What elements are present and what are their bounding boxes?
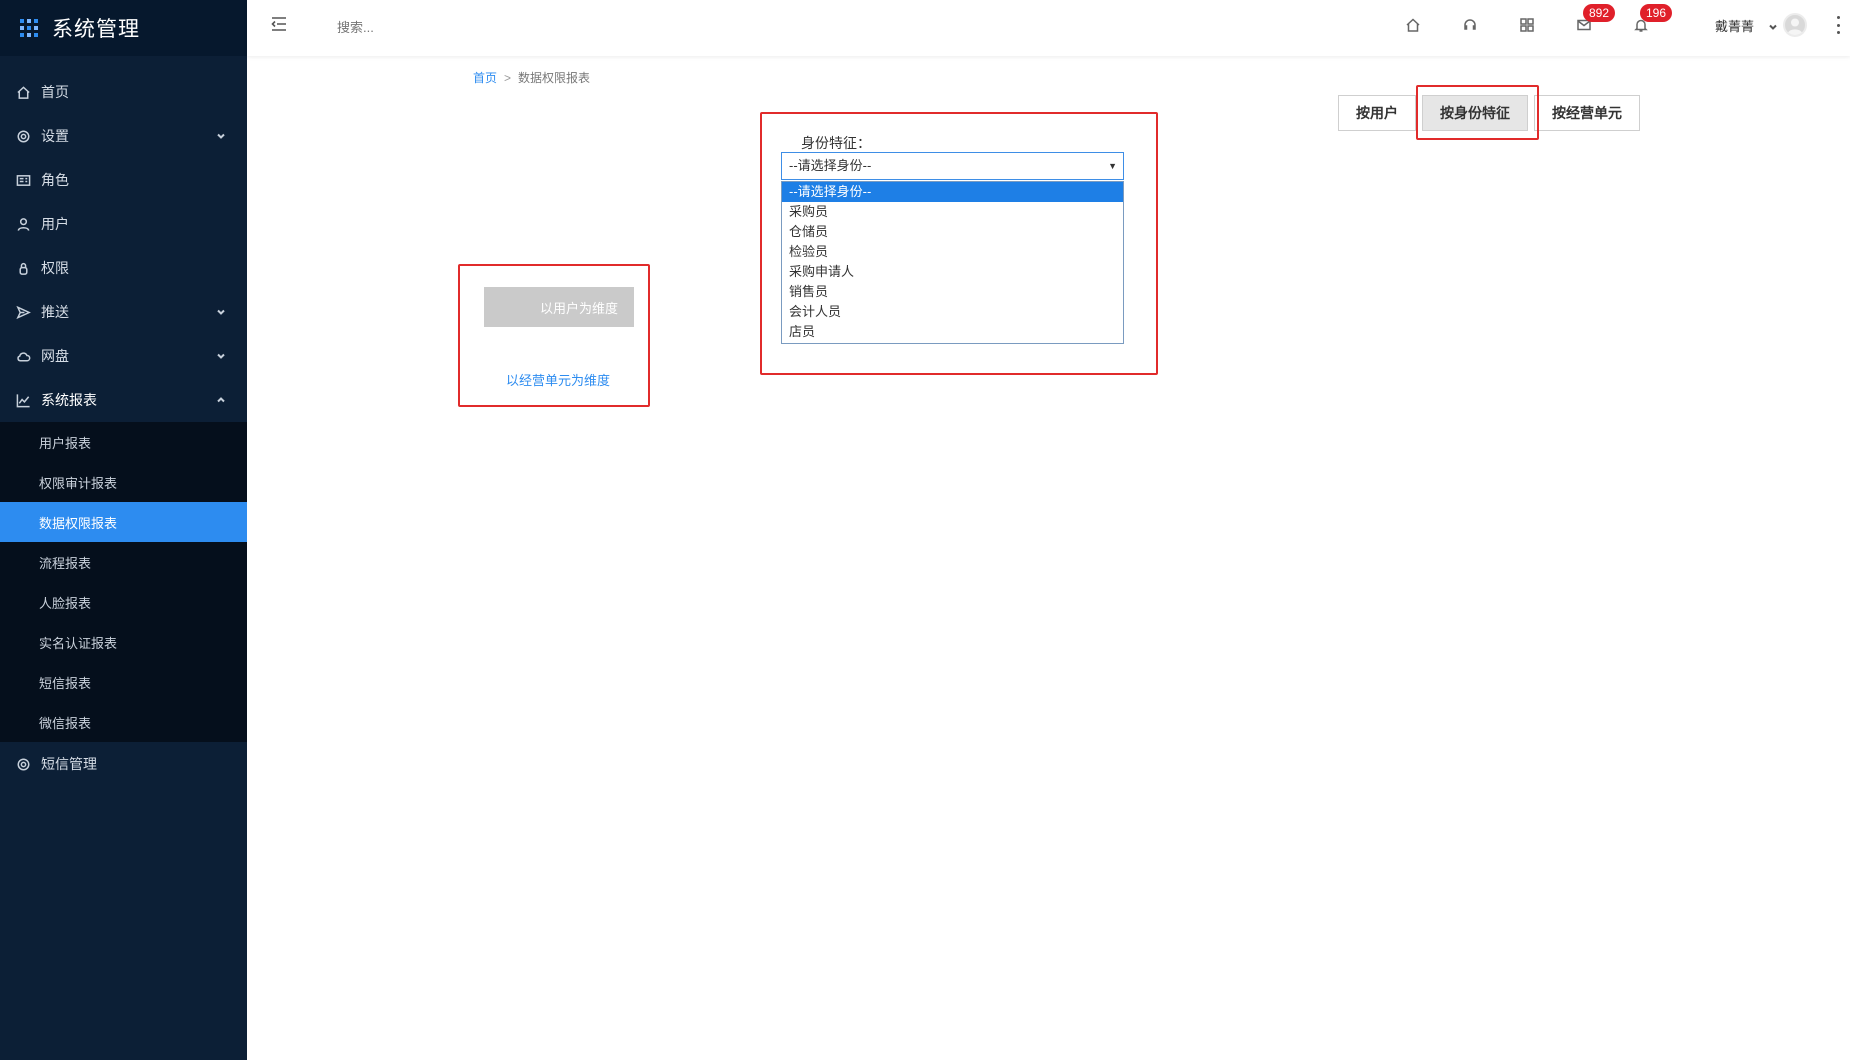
id-card-icon	[15, 172, 31, 188]
sidebar-item-label: 首页	[41, 84, 69, 100]
sidebar-item-push[interactable]: 推送	[0, 290, 247, 334]
user-name[interactable]: 戴菁菁	[1715, 16, 1754, 35]
sidebar-subitem-user-report[interactable]: 用户报表	[0, 422, 247, 462]
business-unit-dimension-link[interactable]: 以经营单元为维度	[506, 370, 610, 389]
sidebar-item-label: 设置	[41, 128, 69, 144]
gear-icon	[15, 756, 31, 772]
system-reports-submenu: 用户报表 权限审计报表 数据权限报表 流程报表 人脸报表 实名认证报表 短信报表…	[0, 422, 247, 742]
sidebar-item-label: 用户	[41, 216, 69, 232]
identity-label: 身份特征：	[801, 135, 871, 151]
user-dimension-button[interactable]: 以用户为维度	[484, 287, 634, 327]
app-grid-icon	[20, 19, 38, 37]
headset-icon[interactable]	[1459, 14, 1481, 36]
menu-collapse-icon[interactable]	[269, 14, 291, 36]
dropdown-option[interactable]: 采购申请人	[782, 262, 1123, 282]
top-bar: 892 196 戴菁菁	[247, 0, 1850, 56]
sidebar-item-system-reports[interactable]: 系统报表	[0, 378, 247, 422]
sidebar-subitem-face-report[interactable]: 人脸报表	[0, 582, 247, 622]
send-icon	[15, 304, 31, 320]
sidebar-item-settings[interactable]: 设置	[0, 114, 247, 158]
chevron-down-icon	[215, 305, 227, 317]
dropdown-option[interactable]: 店员	[782, 322, 1123, 342]
sidebar-header: 系统管理	[0, 0, 247, 56]
sidebar: 系统管理 首页 设置 角色 用户 权限 推送 网盘 系统报表 用户报表 权限审计…	[0, 0, 247, 1060]
notifications-button[interactable]: 196	[1630, 4, 1673, 36]
breadcrumb-separator: >	[504, 71, 512, 85]
sidebar-item-label: 角色	[41, 172, 69, 188]
dropdown-option[interactable]: 采购员	[782, 202, 1123, 222]
highlight-box-tab	[1416, 85, 1539, 140]
sidebar-item-cloud-drive[interactable]: 网盘	[0, 334, 247, 378]
chevron-down-icon[interactable]	[1768, 19, 1778, 30]
chevron-up-icon	[215, 393, 227, 405]
sidebar-item-permissions[interactable]: 权限	[0, 246, 247, 290]
dropdown-option[interactable]: 检验员	[782, 242, 1123, 262]
user-icon	[15, 216, 31, 232]
sidebar-item-sms-management[interactable]: 短信管理	[0, 742, 247, 786]
sidebar-subitem-permission-audit-report[interactable]: 权限审计报表	[0, 462, 247, 502]
more-vertical-icon[interactable]	[1835, 16, 1841, 34]
sidebar-subitem-wechat-report[interactable]: 微信报表	[0, 702, 247, 742]
dropdown-arrow-icon: ▼	[1108, 161, 1117, 171]
home-icon	[15, 84, 31, 100]
messages-badge: 892	[1583, 4, 1616, 22]
apps-grid-icon[interactable]	[1516, 14, 1538, 36]
dropdown-option[interactable]: 销售员	[782, 282, 1123, 302]
identity-select[interactable]: --请选择身份-- ▼	[781, 152, 1124, 180]
sidebar-subitem-realname-report[interactable]: 实名认证报表	[0, 622, 247, 662]
breadcrumb-home-link[interactable]: 首页	[473, 71, 497, 85]
sidebar-item-label: 网盘	[41, 348, 69, 364]
chart-icon	[15, 392, 31, 408]
tab-by-business-unit[interactable]: 按经营单元	[1534, 95, 1640, 131]
sidebar-subitem-sms-report[interactable]: 短信报表	[0, 662, 247, 702]
identity-dropdown-list: --请选择身份-- 采购员 仓储员 检验员 采购申请人 销售员 会计人员 店员	[781, 181, 1124, 344]
chevron-down-icon	[215, 129, 227, 141]
chevron-down-icon	[215, 349, 227, 361]
breadcrumb: 首页 > 数据权限报表	[473, 69, 590, 86]
dropdown-option[interactable]: --请选择身份--	[782, 182, 1123, 202]
avatar[interactable]	[1783, 13, 1807, 37]
tab-by-user[interactable]: 按用户	[1338, 95, 1416, 131]
sidebar-item-users[interactable]: 用户	[0, 202, 247, 246]
sidebar-item-roles[interactable]: 角色	[0, 158, 247, 202]
sidebar-item-label: 短信管理	[41, 756, 97, 772]
home-icon[interactable]	[1402, 14, 1424, 36]
messages-button[interactable]: 892	[1573, 4, 1616, 36]
dropdown-option[interactable]: 会计人员	[782, 302, 1123, 322]
lock-icon	[15, 260, 31, 276]
identity-select-value: --请选择身份--	[789, 158, 872, 173]
sidebar-item-label: 系统报表	[41, 392, 97, 408]
sidebar-item-home[interactable]: 首页	[0, 70, 247, 114]
cloud-icon	[15, 348, 31, 364]
sidebar-subitem-process-report[interactable]: 流程报表	[0, 542, 247, 582]
dropdown-option[interactable]: 仓储员	[782, 222, 1123, 242]
sidebar-menu: 首页 设置 角色 用户 权限 推送 网盘 系统报表 用户报表 权限审计报表 数据…	[0, 70, 247, 786]
breadcrumb-current: 数据权限报表	[518, 71, 591, 85]
sidebar-item-label: 权限	[41, 260, 69, 276]
search-input[interactable]	[337, 14, 537, 40]
gear-icon	[15, 128, 31, 144]
notifications-badge: 196	[1640, 4, 1673, 22]
sidebar-subitem-data-permission-report[interactable]: 数据权限报表	[0, 502, 247, 542]
app-title: 系统管理	[52, 18, 140, 41]
sidebar-item-label: 推送	[41, 304, 69, 320]
